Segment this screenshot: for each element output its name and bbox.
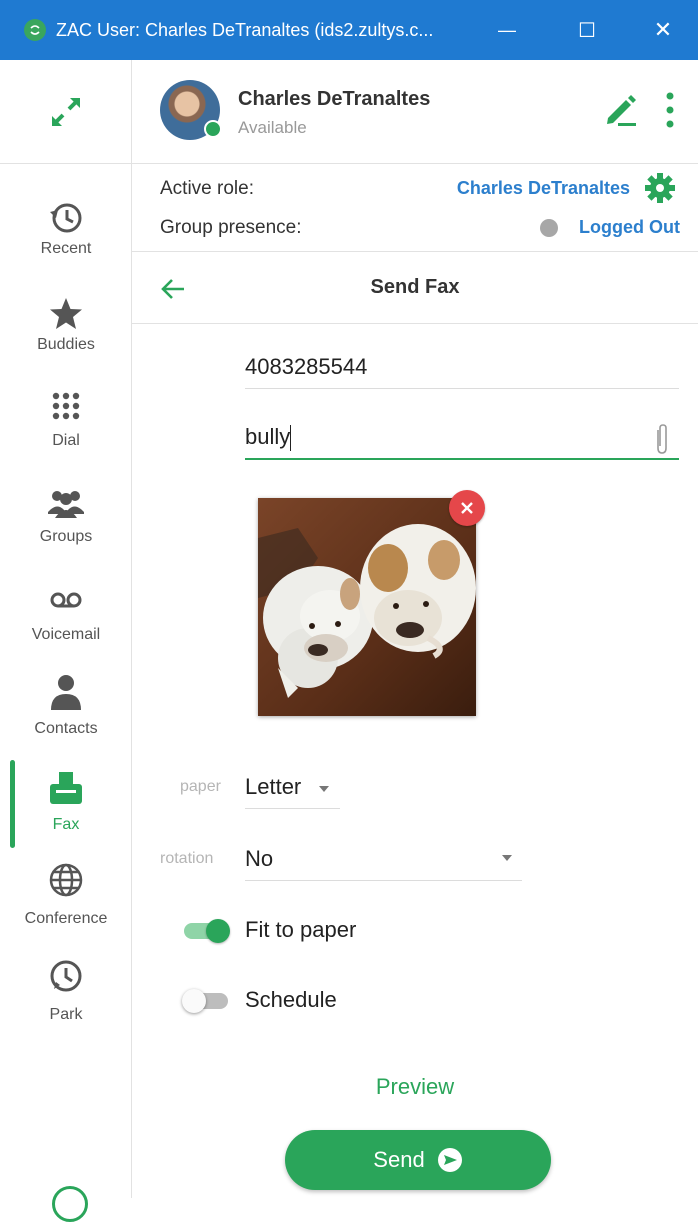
paper-select[interactable]: Letter [245, 774, 301, 800]
user-status[interactable]: Available [238, 118, 307, 138]
star-icon [50, 298, 82, 329]
sidebar-item-label: Dial [52, 432, 80, 449]
role-panel: Active role: Charles DeTranaltes Group p… [132, 164, 698, 252]
sidebar-item-label: Buddies [37, 336, 95, 353]
sidebar-item-conference[interactable]: Conference [0, 860, 132, 950]
minimize-button[interactable]: — [472, 0, 542, 60]
window-title: ZAC User: Charles DeTranaltes (ids2.zult… [56, 19, 434, 40]
fax-icon [50, 772, 82, 804]
remove-attachment-button[interactable] [449, 490, 485, 526]
minimize-icon: — [498, 19, 516, 40]
close-icon [461, 502, 473, 514]
toggle-knob [182, 989, 206, 1013]
sidebar-item-label: Contacts [34, 720, 98, 737]
close-icon: ✕ [653, 17, 673, 42]
sidebar-item-park[interactable]: Park [0, 956, 132, 1046]
schedule-label: Schedule [245, 987, 337, 1012]
person-icon [51, 675, 81, 710]
more-vertical-icon[interactable] [660, 90, 680, 130]
attach-icon[interactable] [652, 422, 672, 456]
sidebar-item-label: Groups [39, 528, 93, 545]
user-header: Charles DeTranaltes Available [132, 60, 698, 164]
sidebar-item-label: Conference [24, 910, 108, 927]
maximize-icon: ☐ [578, 19, 596, 42]
toggle-knob [206, 919, 230, 943]
close-button[interactable]: ✕ [628, 0, 698, 60]
subject-field[interactable]: bully [245, 424, 292, 452]
fit-to-paper-label: Fit to paper [245, 917, 357, 942]
dialpad-icon [52, 392, 80, 420]
sidebar-item-label: Fax [52, 816, 80, 833]
bottom-status-icon[interactable] [52, 1186, 88, 1222]
group-icon [48, 491, 84, 518]
sidebar-item-label: Voicemail [31, 626, 101, 643]
sidebar-item-fax[interactable]: Fax [0, 768, 132, 858]
app-logo-icon [24, 19, 46, 41]
park-icon [50, 960, 82, 992]
subject-text: bully [245, 424, 291, 449]
sidebar-item-contacts[interactable]: Contacts [0, 672, 132, 762]
active-role-value[interactable]: Charles DeTranaltes [457, 178, 630, 199]
chevron-down-icon[interactable] [319, 786, 329, 792]
active-role-label: Active role: [160, 178, 254, 199]
sidebar-item-dial[interactable]: Dial [0, 388, 132, 478]
fax-number-field[interactable]: 4083285544 [245, 354, 367, 380]
rotation-select[interactable]: No [245, 846, 273, 872]
rotation-label: rotation [160, 850, 214, 867]
presence-dot [204, 120, 222, 138]
voicemail-icon [50, 592, 82, 608]
attached-photo-image [258, 498, 476, 716]
rotation-underline [245, 880, 522, 881]
sidebar-item-label: Recent [40, 240, 92, 257]
paper-label: paper [180, 778, 221, 795]
group-presence-label: Group presence: [160, 217, 302, 238]
send-button[interactable]: Send [285, 1130, 551, 1190]
paper-underline [245, 808, 340, 809]
gear-icon[interactable] [644, 172, 676, 204]
send-icon [437, 1148, 462, 1172]
send-label: Send [373, 1147, 425, 1172]
sidebar-item-voicemail[interactable]: Voicemail [0, 580, 132, 670]
page-header: Send Fax [132, 252, 698, 324]
active-nav-indicator [10, 760, 15, 848]
expand-button[interactable] [0, 60, 132, 164]
subject-underline [245, 458, 679, 460]
user-name: Charles DeTranaltes [238, 88, 431, 110]
sidebar-item-label: Park [49, 1006, 83, 1023]
edit-icon[interactable] [600, 90, 640, 130]
history-icon [50, 203, 82, 233]
expand-icon [52, 97, 80, 126]
window-titlebar: ZAC User: Charles DeTranaltes (ids2.zult… [0, 0, 698, 60]
text-cursor [290, 425, 292, 452]
sidebar-item-recent[interactable]: Recent [0, 198, 132, 288]
presence-status-dot [540, 219, 558, 237]
maximize-button[interactable]: ☐ [552, 0, 622, 60]
page-title: Send Fax [370, 276, 460, 298]
sidebar-item-buddies[interactable]: Buddies [0, 294, 132, 384]
attachment-thumbnail [258, 498, 476, 716]
chevron-down-icon[interactable] [502, 855, 512, 861]
globe-icon [49, 863, 83, 897]
preview-link[interactable]: Preview [132, 1074, 698, 1100]
sidebar: Recent Buddies Dial Groups Voicemail Con… [0, 60, 132, 1222]
group-presence-value[interactable]: Logged Out [579, 217, 680, 238]
fax-number-underline [245, 388, 679, 389]
sidebar-item-groups[interactable]: Groups [0, 484, 132, 574]
